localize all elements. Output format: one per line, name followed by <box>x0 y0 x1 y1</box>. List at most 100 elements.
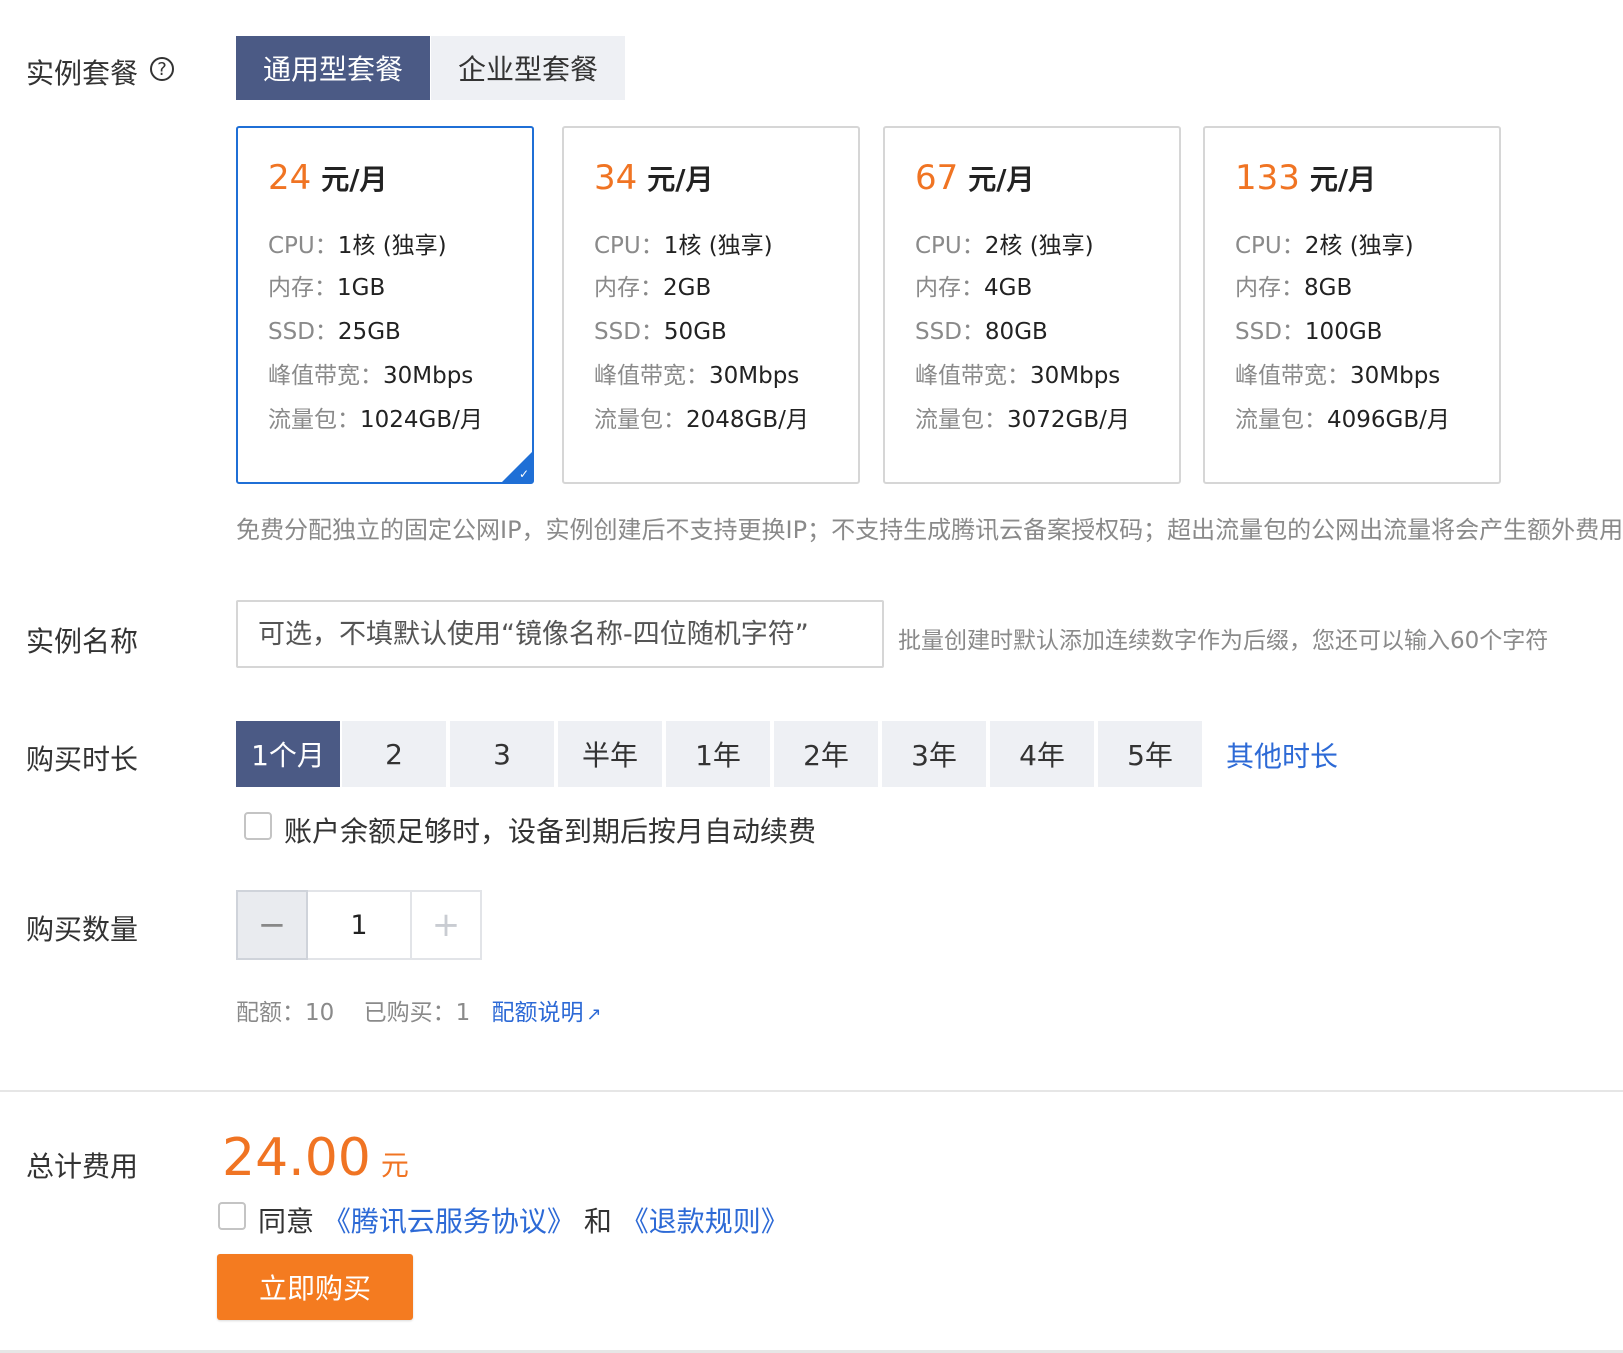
spec-value: 30Mbps <box>709 363 800 389</box>
spec-value: 30Mbps <box>383 363 474 389</box>
card-unit: 元/月 <box>968 163 1035 196</box>
duration-4-year[interactable]: 4年 <box>990 721 1094 787</box>
agree-checkbox[interactable] <box>218 1202 246 1230</box>
card-price: 67 <box>915 158 959 198</box>
duration-half-year[interactable]: 半年 <box>558 721 662 787</box>
spec-key: CPU： <box>594 233 664 259</box>
spec-key: 内存： <box>594 275 663 301</box>
spec-value: 3072GB/月 <box>1007 407 1130 433</box>
plan-card-34[interactable]: 34 元/月 CPU：1核 (独享) 内存：2GB SSD：50GB 峰值带宽：3… <box>562 126 860 484</box>
spec-key: 内存： <box>268 275 337 301</box>
spec-cpu: CPU：2核 (独享) <box>1235 226 1414 260</box>
spec-value: 4096GB/月 <box>1327 407 1450 433</box>
card-unit: 元/月 <box>647 163 714 196</box>
plan-card-133[interactable]: 133 元/月 CPU：2核 (独享) 内存：8GB SSD：100GB 峰值带宽… <box>1203 126 1501 484</box>
spec-memory: 内存：8GB <box>1235 268 1352 302</box>
refund-rules-link[interactable]: 《退款规则》 <box>621 1205 789 1238</box>
spec-key: 流量包： <box>915 407 1007 433</box>
spec-bandwidth: 峰值带宽：30Mbps <box>915 356 1120 390</box>
plan-note: 免费分配独立的固定公网IP，实例创建后不支持更换IP；不支持生成腾讯云备案授权码… <box>236 516 1623 544</box>
spec-key: SSD： <box>915 319 985 345</box>
spec-key: 峰值带宽： <box>1235 363 1350 389</box>
duration-5-year[interactable]: 5年 <box>1098 721 1202 787</box>
total-price: 24.00 元 <box>222 1128 409 1188</box>
instance-name-input[interactable] <box>236 600 884 668</box>
duration-other-link[interactable]: 其他时长 <box>1226 735 1338 775</box>
tab-enterprise-plan[interactable]: 企业型套餐 <box>431 36 625 100</box>
spec-value: 4GB <box>984 275 1033 301</box>
instance-name-label: 实例名称 <box>26 625 139 658</box>
duration-1-month[interactable]: 1个月 <box>236 721 340 787</box>
card-price-line: 67 元/月 <box>915 158 1035 198</box>
spec-memory: 内存：1GB <box>268 268 385 302</box>
spec-traffic: 流量包：1024GB/月 <box>268 400 483 434</box>
agree-prefix: 同意 <box>258 1205 315 1238</box>
spec-traffic: 流量包：2048GB/月 <box>594 400 809 434</box>
spec-ssd: SSD：100GB <box>1235 312 1382 346</box>
spec-memory: 内存：4GB <box>915 268 1032 302</box>
spec-value: 1GB <box>337 275 386 301</box>
quota-info: 配额：10 已购买：1 配额说明 ↗ <box>236 993 602 1027</box>
help-icon[interactable]: ? <box>150 57 174 81</box>
duration-1-year[interactable]: 1年 <box>666 721 770 787</box>
spec-key: SSD： <box>594 319 664 345</box>
tab-general-plan[interactable]: 通用型套餐 <box>236 36 430 100</box>
spec-cpu: CPU：1核 (独享) <box>594 226 773 260</box>
quota-help-link[interactable]: 配额说明 ↗ <box>492 1000 602 1026</box>
spec-key: SSD： <box>1235 319 1305 345</box>
spec-ssd: SSD：80GB <box>915 312 1048 346</box>
spec-value: 1024GB/月 <box>360 407 483 433</box>
card-price: 24 <box>268 158 312 198</box>
card-price: 34 <box>594 158 638 198</box>
spec-value: 2GB <box>663 275 712 301</box>
spec-value: 30Mbps <box>1030 363 1121 389</box>
plan-card-24[interactable]: 24 元/月 CPU：1核 (独享) 内存：1GB SSD：25GB 峰值带宽：3… <box>236 126 534 484</box>
spec-memory: 内存：2GB <box>594 268 711 302</box>
spec-value: 30Mbps <box>1350 363 1441 389</box>
spec-key: 内存： <box>915 275 984 301</box>
spec-ssd: SSD：25GB <box>268 312 401 346</box>
spec-key: 流量包： <box>1235 407 1327 433</box>
duration-3-year[interactable]: 3年 <box>882 721 986 787</box>
spec-key: CPU： <box>268 233 338 259</box>
bought-key: 已购买： <box>363 1000 456 1026</box>
spec-traffic: 流量包：3072GB/月 <box>915 400 1130 434</box>
spec-value: 50GB <box>663 319 727 345</box>
duration-label: 购买时长 <box>26 743 139 776</box>
card-price: 133 <box>1235 158 1300 198</box>
service-agreement-link[interactable]: 《腾讯云服务协议》 <box>323 1205 575 1238</box>
auto-renew-label: 账户余额足够时，设备到期后按月自动续费 <box>284 815 817 848</box>
bought-value: 1 <box>455 1000 471 1026</box>
spec-bandwidth: 峰值带宽：30Mbps <box>594 356 799 390</box>
spec-value: 1核 (独享) <box>663 233 773 259</box>
decrement-button[interactable]: − <box>236 890 308 960</box>
plan-card-67[interactable]: 67 元/月 CPU：2核 (独享) 内存：4GB SSD：80GB 峰值带宽：3… <box>883 126 1181 484</box>
increment-button[interactable]: + <box>410 890 482 960</box>
quota-key: 配额： <box>236 1000 305 1026</box>
spec-key: CPU： <box>915 233 985 259</box>
spec-key: SSD： <box>268 319 338 345</box>
spec-value: 80GB <box>984 319 1048 345</box>
spec-key: 流量包： <box>594 407 686 433</box>
spec-value: 100GB <box>1304 319 1383 345</box>
duration-2-year[interactable]: 2年 <box>774 721 878 787</box>
instance-name-hint: 批量创建时默认添加连续数字作为后缀，您还可以输入60个字符 <box>898 628 1549 654</box>
quantity-label: 购买数量 <box>26 913 139 946</box>
duration-3[interactable]: 3 <box>450 721 554 787</box>
buy-now-button[interactable]: 立即购买 <box>217 1254 413 1320</box>
check-icon: ✓ <box>518 467 529 481</box>
agree-and: 和 <box>583 1205 612 1238</box>
spec-cpu: CPU：2核 (独享) <box>915 226 1094 260</box>
spec-key: 峰值带宽： <box>594 363 709 389</box>
quota-help-link-label: 配额说明 <box>491 1000 584 1026</box>
total-currency: 元 <box>380 1149 409 1182</box>
duration-2[interactable]: 2 <box>342 721 446 787</box>
plan-label: 实例套餐 <box>26 57 139 90</box>
auto-renew-checkbox[interactable] <box>244 812 272 840</box>
spec-value: 2核 (独享) <box>1304 233 1414 259</box>
spec-key: 内存： <box>1235 275 1304 301</box>
quantity-value[interactable]: 1 <box>308 890 410 960</box>
spec-value: 2核 (独享) <box>984 233 1094 259</box>
help-glyph: ? <box>157 58 167 80</box>
spec-value: 8GB <box>1304 275 1353 301</box>
